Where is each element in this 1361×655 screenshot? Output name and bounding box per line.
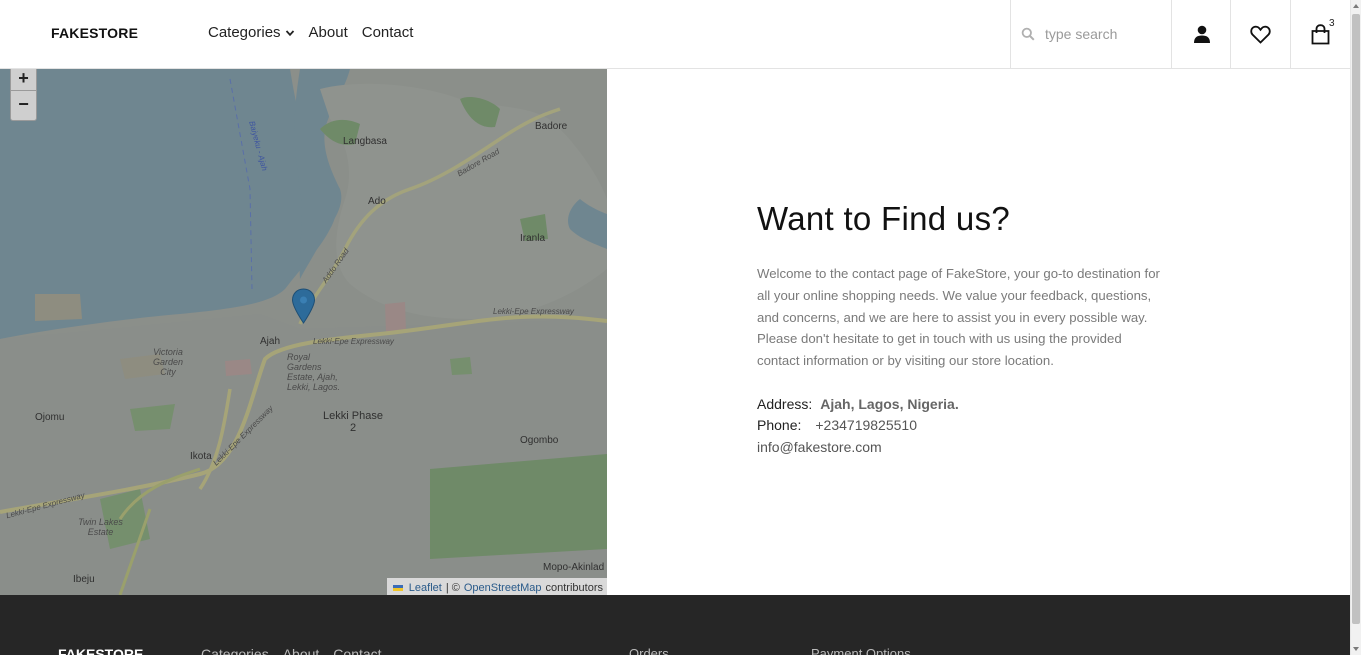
address-line: Address: Ajah, Lagos, Nigeria. (757, 394, 1167, 416)
scroll-down-arrow-icon[interactable] (1353, 647, 1359, 651)
map-label-lekki-phase-2: Lekki Phase 2 (323, 410, 383, 434)
map-label-twin-lakes: Twin Lakes Estate (78, 517, 123, 537)
address-value: Ajah, Lagos, Nigeria. (820, 395, 959, 412)
map-label-victoria-garden-city: Victoria Garden City (152, 347, 184, 377)
map-label-lekki-epe-expressway: Lekki-Epe Expressway (493, 307, 574, 316)
nav-categories[interactable]: Categories (208, 24, 295, 41)
phone-label: Phone: (757, 417, 802, 434)
footer-nav: Categories About Contact (201, 646, 382, 655)
site-footer: FAKESTORE Categories About Contact Order… (0, 595, 1350, 655)
attribution-separator: | © (445, 581, 460, 594)
footer-nav-categories[interactable]: Categories (201, 646, 269, 655)
search-icon (1021, 27, 1035, 41)
phone-value[interactable]: +234719825510 (815, 417, 917, 433)
search-box (1010, 0, 1171, 68)
zoom-in-button[interactable]: + (11, 69, 36, 91)
cart-count-badge: 3 (1329, 18, 1335, 29)
map-label-iranla: Iranla (520, 233, 546, 244)
user-icon (1193, 25, 1210, 43)
map-label-badore: Badore (535, 121, 568, 132)
ukraine-flag-icon (392, 584, 403, 591)
search-input[interactable] (1045, 26, 1155, 42)
phone-line: Phone: +234719825510 (757, 415, 1167, 437)
attribution-contributors: contributors (545, 581, 603, 594)
footer-payment-heading: Payment Options (811, 646, 911, 655)
location-pin-icon[interactable] (291, 288, 316, 324)
map-attribution: Leaflet | © OpenStreetMap contributors (386, 578, 607, 595)
openstreetmap-link[interactable]: OpenStreetMap (464, 582, 542, 594)
address-label: Address: (757, 395, 813, 412)
wishlist-button[interactable] (1230, 0, 1290, 68)
map-label-ibeju: Ibeju (73, 574, 95, 585)
nav-contact[interactable]: Contact (362, 24, 414, 41)
page-scrollbar[interactable] (1350, 0, 1361, 655)
footer-nav-about[interactable]: About (283, 646, 320, 655)
account-button[interactable] (1171, 0, 1231, 68)
page-title: Want to Find us? (757, 200, 1011, 237)
email-link[interactable]: info@fakestore.com (757, 437, 1167, 459)
map-label-mopo-akinlade: Mopo-Akinlad (543, 562, 605, 573)
contact-info-section: Want to Find us? Welcome to the contact … (757, 200, 1167, 458)
map-label-langbasa: Langbasa (343, 136, 387, 147)
cart-button[interactable]: 3 (1290, 0, 1350, 68)
map-label-ogombo: Ogombo (520, 435, 559, 446)
map-label-royal-gardens: Royal Gardens Estate, Ajah, Lekki, Lagos… (287, 352, 341, 392)
scrollbar-thumb[interactable] (1352, 14, 1360, 624)
footer-orders-heading: Orders (629, 646, 669, 655)
map-zoom-control: + − (10, 69, 37, 121)
site-header: FAKESTORE Categories About Contact 3 (0, 0, 1350, 69)
site-logo[interactable]: FAKESTORE (51, 25, 138, 41)
contact-description: Welcome to the contact page of FakeStore… (757, 266, 1160, 369)
nav-about[interactable]: About (309, 24, 348, 41)
scroll-up-arrow-icon[interactable] (1353, 4, 1359, 8)
heart-icon (1250, 25, 1271, 44)
map-label-ado: Ado (368, 196, 386, 207)
shopping-bag-icon (1311, 23, 1330, 44)
nav-categories-label: Categories (208, 24, 281, 41)
map-label-lekki-epe-expressway: Lekki-Epe Expressway (313, 337, 394, 346)
map-label-ajah: Ajah (260, 336, 281, 347)
chevron-down-icon (285, 29, 294, 36)
main-nav: Categories About Contact (208, 24, 413, 41)
footer-logo[interactable]: FAKESTORE (58, 646, 143, 655)
map-label-ojomu: Ojomu (35, 412, 65, 423)
map-label-ikota: Ikota (190, 451, 212, 462)
footer-nav-contact[interactable]: Contact (333, 646, 381, 655)
zoom-out-button[interactable]: − (11, 91, 36, 117)
store-location-map[interactable]: Badore Langbasa Ado Iranla Ajah Victoria… (0, 69, 607, 595)
leaflet-link[interactable]: Leaflet (409, 582, 442, 594)
